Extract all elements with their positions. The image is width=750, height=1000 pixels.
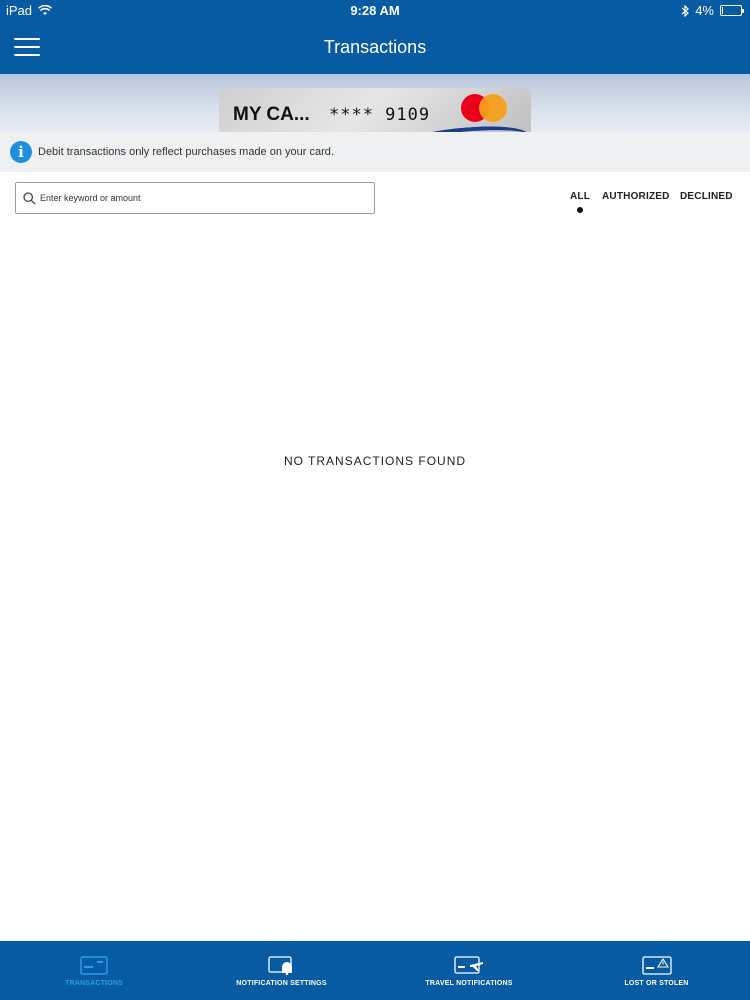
bluetooth-icon [681,4,690,17]
card-number: **** 9109 [329,105,431,125]
card-icon [80,956,108,975]
info-banner: i Debit transactions only reflect purcha… [0,132,750,172]
debit-card-image[interactable]: MY CA... **** 9109 [219,88,531,132]
info-text: Debit transactions only reflect purchase… [38,146,334,158]
status-time: 9:28 AM [350,3,400,18]
transaction-filter-tabs: ALL AUTHORIZED DECLINED [560,191,740,217]
travel-airplane-icon [454,956,483,974]
battery-percent: 4% [695,3,714,18]
page-title: Transactions [323,37,427,57]
filter-all-tab[interactable]: ALL [570,191,590,202]
battery-level-fill [722,7,723,14]
card-name: MY CA... [233,104,310,125]
warning-card-icon [641,956,672,975]
info-icon: i [10,141,32,163]
bottom-tab-bar: TRANSACTIONS NOTIFICATION SETTINGS TRAVE… [0,941,750,1000]
filter-authorized-tab[interactable]: AUTHORIZED [602,191,670,202]
tab-lost-or-stolen[interactable]: LOST OR STOLEN [563,941,750,1000]
status-right: 4% [681,3,744,18]
tab-label: LOST OR STOLEN [624,980,689,987]
selected-filter-indicator [577,207,583,213]
search-field[interactable] [15,182,375,214]
battery-icon [720,5,744,16]
nav-bar: Transactions [0,20,750,74]
search-icon [23,191,36,205]
search-input[interactable] [40,193,360,203]
tab-transactions[interactable]: TRANSACTIONS [0,941,188,1000]
app-header: iPad 9:28 AM 4% Transactions [0,0,750,74]
status-bar: iPad 9:28 AM 4% [0,0,750,20]
empty-state-message: NO TRANSACTIONS FOUND [283,454,467,468]
card-banner: MY CA... **** 9109 [0,74,750,132]
tab-label: NOTIFICATION SETTINGS [236,980,327,987]
tab-notification-settings[interactable]: NOTIFICATION SETTINGS [188,941,375,1000]
tab-label: TRAVEL NOTIFICATIONS [425,980,513,987]
mastercard-logo-icon [461,94,507,122]
notification-bell-icon [267,956,292,975]
tab-travel-notifications[interactable]: TRAVEL NOTIFICATIONS [375,941,563,1000]
filter-declined-tab[interactable]: DECLINED [680,191,733,202]
tab-label: TRANSACTIONS [64,980,123,987]
